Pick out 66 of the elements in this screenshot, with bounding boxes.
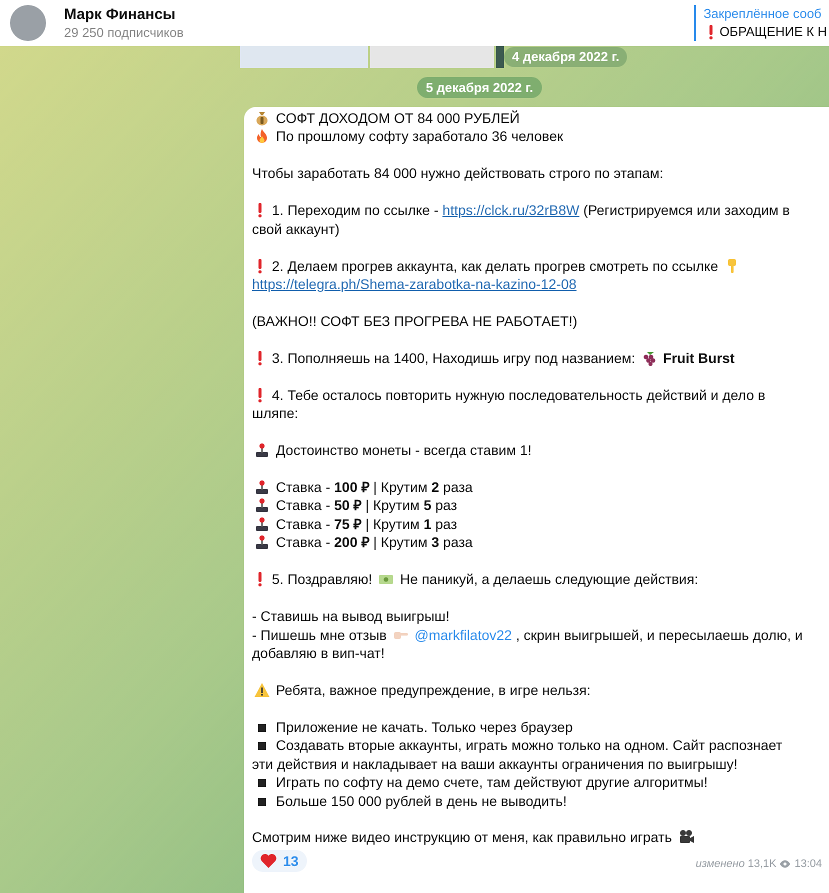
message-text: Играть по софту на демо счете, там действуют другие алгоритмы! <box>276 774 708 790</box>
movie-camera-icon <box>678 829 694 846</box>
date-label: 4 декабря 2022 г. <box>504 47 628 67</box>
message-text: СОФТ ДОХОДОМ ОТ 84 000 РУБЛЕЙ <box>276 110 520 126</box>
message-text: 4. Тебе осталось повторить нужную последовательность действий и дело в <box>272 386 766 403</box>
message-text: шляпе: <box>252 405 298 422</box>
message-text: Больше 150 000 рублей в день не выводить! <box>276 792 567 809</box>
photo-placeholder[interactable] <box>240 46 368 68</box>
pinned-title: Закреплённое сооб <box>703 5 823 23</box>
exclamation-icon <box>258 571 262 588</box>
message-text: 1. Переходим по ссылке - <box>272 202 439 218</box>
message-text: Чтобы заработать 84 000 нужно действовать строго по этапам: <box>252 165 664 182</box>
fire-icon <box>254 128 270 144</box>
message-text: 3. Пополняешь на 1400, Находишь игру под названием: <box>272 350 636 366</box>
exclamation-icon <box>258 350 262 366</box>
pinned-message[interactable]: Закреплённое сооб ОБРАЩЕНИЕ К Н <box>694 5 827 41</box>
edited-label: изменено <box>696 856 745 871</box>
photo-placeholder[interactable] <box>496 46 504 68</box>
message-text: Ставка - 75 ₽ | Крутим 1 раз <box>276 516 458 532</box>
heart-icon <box>260 852 277 870</box>
message-text: Создавать вторые аккаунты, играть можно только на одном. Сайт распознает <box>276 737 782 754</box>
message-text: , скрин выигрышей, и пересылаешь долю, и <box>516 626 803 643</box>
eye-icon <box>779 858 792 870</box>
exclamation-icon <box>258 386 262 403</box>
message-text: (Регистрируемся или заходим в <box>583 202 790 218</box>
message-text: Fruit Burst <box>663 350 735 366</box>
message-text: Смотрим ниже видео инструкцию от меня, как правильно играть <box>252 829 672 846</box>
message-text: Достоинство монеты - всегда ставим 1! <box>276 442 532 458</box>
pinned-text: ОБРАЩЕНИЕ К Н <box>719 23 827 41</box>
money-bag-icon <box>254 110 270 126</box>
message-text: Приложение не качать. Только через браузер <box>276 718 573 735</box>
avatar[interactable] <box>10 5 46 41</box>
message-text: Ставка - 100 ₽ | Крутим 2 раза <box>276 478 473 495</box>
channel-name[interactable]: Марк Финансы <box>64 5 184 24</box>
reaction-button[interactable]: 13 <box>252 850 307 872</box>
message-text: По прошлому софту заработало 36 человек <box>276 128 564 144</box>
message-text: добавляю в вип-чат! <box>252 644 385 661</box>
exclamation-icon <box>258 202 262 218</box>
message-text: эти действия и накладывает на ваши аккаунты ограничения по выигрышу! <box>252 756 738 772</box>
joystick-icon <box>254 516 270 532</box>
grapes-icon <box>641 350 658 366</box>
message-link[interactable]: https://clck.ru/32rB8W <box>442 202 580 218</box>
exclamation-icon <box>709 24 714 40</box>
message-text: (ВАЖНО!! СОФТ БЕЗ ПРОГРЕВА НЕ РАБОТАЕТ!) <box>252 312 578 329</box>
joystick-icon <box>254 497 270 514</box>
message-text: 5. Поздравляю! <box>272 571 372 588</box>
message-text: 2. Делаем прогрев аккаунта, как делать прогрев смотреть по ссылке <box>272 258 718 274</box>
message-text: Не паникуй, а делаешь следующие действия: <box>400 571 698 588</box>
joystick-icon <box>254 478 270 495</box>
subscriber-count: 29 250 подписчиков <box>64 24 184 41</box>
message-link[interactable]: https://telegra.ph/Shema-zarabotka-na-kazino-12-08 <box>252 276 577 292</box>
message-text: - Ставишь на вывод выигрыш! <box>252 608 450 624</box>
message-text: Ставка - 50 ₽ | Крутим 5 раз <box>276 497 458 514</box>
message-text: - Пишешь мне отзыв <box>252 626 387 643</box>
date-separator: 5 декабря 2022 г. <box>416 77 542 98</box>
joystick-icon <box>254 442 270 458</box>
message-time: 13:04 <box>794 856 822 871</box>
username-link[interactable]: @markfilatov22 <box>414 626 512 643</box>
message-text: Ставка - 200 ₽ | Крутим 3 раза <box>276 534 473 550</box>
view-count: 13,1K <box>748 856 776 871</box>
message-text: свой аккаунт) <box>252 220 340 237</box>
warning-icon <box>254 682 270 698</box>
exclamation-icon <box>258 258 262 274</box>
joystick-icon <box>254 534 270 550</box>
message-text: Ребята, важное предупреждение, в игре нельзя: <box>276 682 591 698</box>
photo-placeholder[interactable] <box>370 46 494 68</box>
